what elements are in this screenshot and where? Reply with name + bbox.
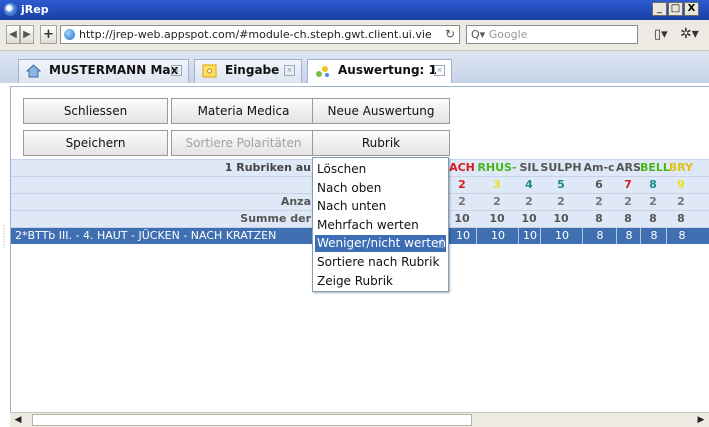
new-evaluation-button[interactable]: Neue Auswertung xyxy=(312,98,450,124)
remedy-rank: 2 xyxy=(458,178,466,191)
remedy-anzahl: 2 xyxy=(525,195,533,208)
app-icon xyxy=(4,3,17,16)
tab-auswertung[interactable]: Auswertung: 1 × xyxy=(307,59,452,83)
maximize-button[interactable]: □ xyxy=(668,2,683,16)
rubric-value: 10 xyxy=(540,228,583,244)
remedy-summe: 8 xyxy=(624,212,632,225)
save-button[interactable]: Speichern xyxy=(23,130,168,156)
remedy-header: BELL xyxy=(640,161,670,174)
remedy-anzahl: 2 xyxy=(493,195,501,208)
tab-bar: MUSTERMANN Max × Eingabe × Auswertung: 1… xyxy=(0,51,709,83)
menu-item[interactable]: Nach oben xyxy=(315,180,446,197)
remedy-rank: 5 xyxy=(557,178,565,191)
forward-icon[interactable]: ▶ xyxy=(20,25,34,44)
title-bar: jRep _ □ X xyxy=(0,0,709,20)
navigation-toolbar: ◀ ▶ + http://jrep-web.appspot.com/#modul… xyxy=(0,20,709,51)
close-icon[interactable]: × xyxy=(171,65,182,76)
close-window-button[interactable]: X xyxy=(684,2,699,16)
remedy-summe: 10 xyxy=(521,212,537,225)
remedy-anzahl: 2 xyxy=(649,195,657,208)
horizontal-scrollbar[interactable]: ◀ ▶ xyxy=(10,412,709,427)
remedy-header: Am-c xyxy=(583,161,615,174)
remedy-header: SULPH xyxy=(540,161,582,174)
anzahl-label: Anza xyxy=(280,195,311,208)
close-icon[interactable]: × xyxy=(434,65,445,76)
page-menu-icon[interactable]: ▯▾ xyxy=(654,27,668,42)
sort-polarities-button: Sortiere Polaritäten xyxy=(171,130,316,156)
remedy-header: BRY xyxy=(668,161,694,174)
dot-icon xyxy=(202,64,217,78)
minimize-button[interactable]: _ xyxy=(652,2,667,16)
remedy-rank: 7 xyxy=(624,178,632,191)
rubric-value: 8 xyxy=(640,228,667,244)
menu-item[interactable]: Mehrfach werten xyxy=(315,217,446,234)
menu-item[interactable]: Zeige Rubrik xyxy=(315,273,446,290)
rubrik-button[interactable]: Rubrik xyxy=(312,130,450,156)
search-input[interactable]: Q▾ Google xyxy=(466,25,638,44)
remedy-summe: 10 xyxy=(454,212,470,225)
gear-icon[interactable]: ✲▾ xyxy=(680,26,699,42)
scroll-right-icon[interactable]: ▶ xyxy=(695,414,707,426)
rubric-count-label: 1 Rubriken au xyxy=(224,161,311,174)
scroll-left-icon[interactable]: ◀ xyxy=(12,414,24,426)
hand-cursor-icon: ☝ xyxy=(435,236,444,253)
rubric-value: 8 xyxy=(582,228,617,244)
remedy-anzahl: 2 xyxy=(677,195,685,208)
back-icon[interactable]: ◀ xyxy=(6,25,20,44)
reload-icon[interactable]: ↻ xyxy=(445,26,455,43)
remedy-summe: 8 xyxy=(677,212,685,225)
remedy-header: SIL xyxy=(519,161,539,174)
remedy-anzahl: 2 xyxy=(624,195,632,208)
menu-item[interactable]: Nach unten xyxy=(315,198,446,215)
remedy-rank: 3 xyxy=(493,178,501,191)
rubric-value: 10 xyxy=(518,228,541,244)
remedy-summe: 8 xyxy=(649,212,657,225)
remedy-anzahl: 2 xyxy=(557,195,565,208)
remedy-anzahl: 2 xyxy=(595,195,603,208)
add-bookmark-icon[interactable]: + xyxy=(40,25,57,44)
remedy-rank: 4 xyxy=(525,178,533,191)
tab-eingabe[interactable]: Eingabe × xyxy=(194,59,302,83)
scrollbar-thumb[interactable] xyxy=(32,414,472,426)
rubric-value: 10 xyxy=(476,228,519,244)
remedy-summe: 8 xyxy=(595,212,603,225)
tab-label: MUSTERMANN Max xyxy=(49,63,179,77)
remedy-header: ACH xyxy=(449,161,475,174)
rubric-value: 8 xyxy=(666,228,697,244)
menu-item[interactable]: Weniger/nicht werten ☝ xyxy=(315,235,446,253)
remedy-rank: 8 xyxy=(649,178,657,191)
rubric-value: 8 xyxy=(616,228,641,244)
panel-resize-grip[interactable]: ⋮ ⋮ ⋮ xyxy=(0,225,8,265)
remedy-rank: 6 xyxy=(595,178,603,191)
rubric-value: 10 xyxy=(448,228,477,244)
materia-medica-button[interactable]: Materia Medica xyxy=(171,98,316,124)
menu-item[interactable]: Löschen xyxy=(315,161,446,178)
tab-label: Auswertung: 1 xyxy=(338,63,437,77)
remedy-header: ARS xyxy=(616,161,641,174)
search-placeholder: Google xyxy=(488,28,528,41)
address-input[interactable]: http://jrep-web.appspot.com/#module-ch.s… xyxy=(60,25,460,44)
remedy-header: RHUS-T xyxy=(477,161,517,190)
rubrik-context-menu: Löschen Nach oben Nach unten Mehrfach werte… xyxy=(312,157,449,292)
remedy-anzahl: 2 xyxy=(458,195,466,208)
menu-item[interactable]: Sortiere nach Rubrik xyxy=(315,254,446,271)
house-icon xyxy=(26,64,41,78)
tab-label: Eingabe xyxy=(225,63,280,77)
close-icon[interactable]: × xyxy=(284,65,295,76)
search-icon: Q▾ xyxy=(471,28,486,41)
remedy-summe: 10 xyxy=(553,212,569,225)
window-title: jRep xyxy=(21,3,49,16)
globe-icon xyxy=(64,29,75,40)
tab-patient[interactable]: MUSTERMANN Max × xyxy=(18,59,189,83)
url-text: http://jrep-web.appspot.com/#module-ch.s… xyxy=(79,28,432,41)
chart-icon xyxy=(316,66,329,77)
rubric-text: 2*BTTb III. - 4. HAUT - JÜCKEN - NACH KR… xyxy=(15,229,277,242)
close-button[interactable]: Schliessen xyxy=(23,98,168,124)
remedy-rank: 9 xyxy=(677,178,685,191)
summe-label: Summe der xyxy=(240,212,311,225)
remedy-summe: 10 xyxy=(489,212,505,225)
